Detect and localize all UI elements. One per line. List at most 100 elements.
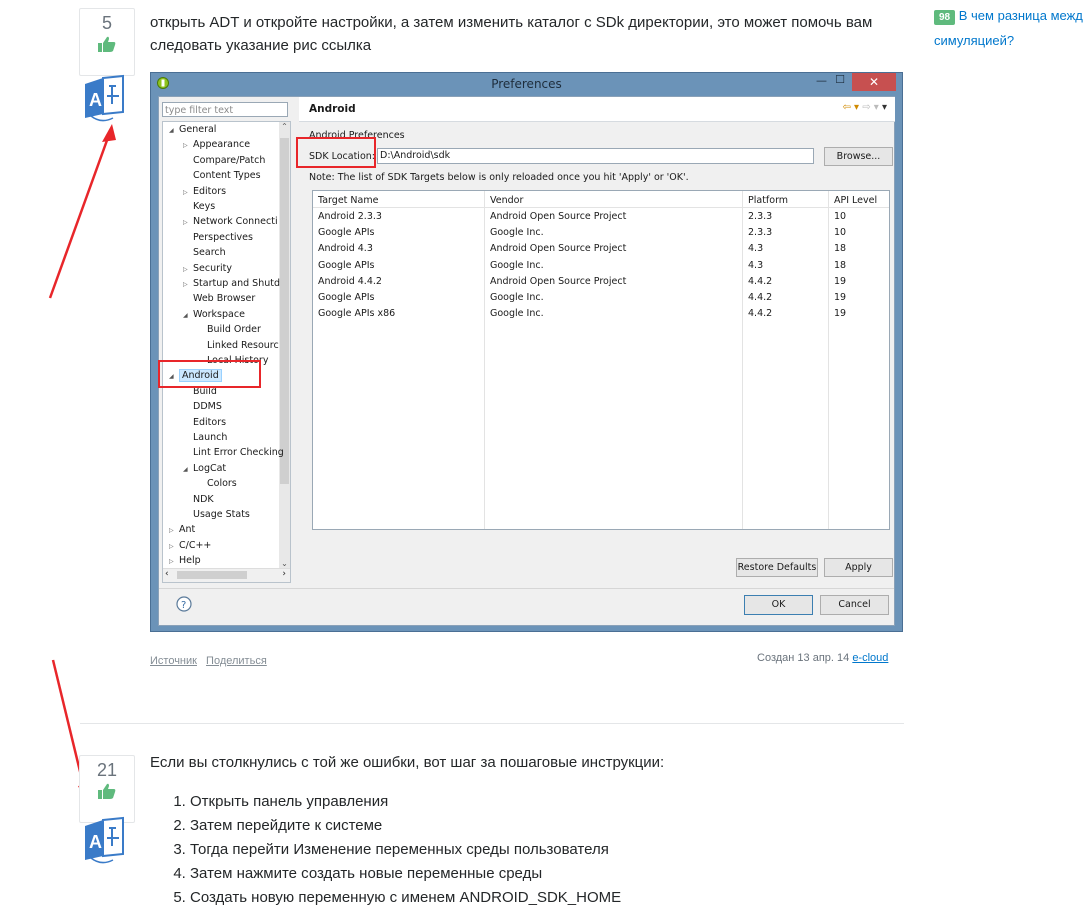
tree-item[interactable]: ▷ Editors [183,186,226,197]
tree-item[interactable]: Launch [183,432,227,443]
tree-item-label: Ant [179,524,196,536]
scroll-left-icon[interactable]: ‹ [165,569,169,579]
tree-item[interactable]: Web Browser [183,293,255,304]
preferences-tree[interactable]: ⌃ ⌄ ‹ › ◢ General ▷ Appearance Compare/Patch… [162,121,291,583]
tree-item[interactable]: Linked Resourc [197,340,279,351]
tree-item-label: LogCat [193,462,227,474]
tree-expander-icon[interactable]: ◢ [183,466,193,473]
maximize-button[interactable]: ☐ [835,73,845,86]
tree-expander-icon[interactable]: ▷ [183,189,193,196]
close-button[interactable]: ✕ [852,73,896,91]
table-row[interactable]: Google APIs x86 Google Inc. 4.4.2 19 [313,308,889,323]
thumbs-up-icon[interactable] [98,36,116,52]
table-row[interactable]: Android 2.3.3 Android Open Source Project… [313,211,889,226]
answer-body: открыть ADT и откройте настройки, а зате… [150,14,873,54]
column-header[interactable]: Target Name [318,195,378,206]
tree-item[interactable]: ▷ Startup and Shutd [183,278,280,289]
tree-item[interactable]: ▷ Appearance [183,139,250,150]
translate-icon: A [85,816,124,864]
svg-text:A: A [89,832,102,852]
table-cell: Android 4.3 [318,243,373,255]
linked-question[interactable]: 98 В чем разница межд симуляцией? [934,4,1090,52]
tree-item-label: Lint Error Checking [193,447,284,459]
vote-count: 5 [101,13,112,33]
tree-expander-icon[interactable]: ▷ [183,281,193,288]
sdk-targets-table[interactable]: Target Name Vendor Platform API Level Androi… [312,190,890,530]
tree-item[interactable]: ◢ LogCat [183,463,226,474]
preference-page: Android ⇦ ▾ ⇨ ▾ ▾ Android Preferences SD… [299,97,895,583]
tree-item[interactable]: Compare/Patch [183,155,265,166]
table-row[interactable]: Google APIs Google Inc. 4.3 18 [313,260,889,275]
restore-defaults-button[interactable]: Restore Defaults [736,558,818,577]
share-link[interactable]: Поделиться [206,655,267,667]
window-body: type filter text ⌃ ⌄ ‹ › ◢ General ▷ Appear… [158,96,895,626]
window-titlebar[interactable]: Preferences — ☐ ✕ [151,73,902,95]
table-cell: 2.3.3 [748,227,773,239]
table-cell: 18 [834,243,847,255]
linked-question-title[interactable]: В чем разница межд симуляцией? [934,8,1083,48]
table-row[interactable]: Android 4.3 Android Open Source Project 4.… [313,243,889,258]
filter-input[interactable]: type filter text [162,102,288,117]
tree-item[interactable]: Editors [183,417,226,428]
tree-item[interactable]: ◢ General [169,124,216,135]
apply-button[interactable]: Apply [824,558,893,577]
list-item: Затем перейдите к системе [190,814,621,838]
browse-button[interactable]: Browse... [824,147,893,166]
help-icon[interactable]: ? [176,596,192,612]
tree-item[interactable]: ▷ Network Connecti [183,216,278,227]
nav-history-icons[interactable]: ⇦ ▾ ⇨ ▾ ▾ [842,102,887,113]
tree-expander-icon[interactable]: ▷ [183,219,193,226]
tree-expander-icon[interactable]: ▷ [169,527,179,534]
tree-item[interactable]: Keys [183,201,215,212]
column-header[interactable]: Platform [748,195,788,206]
cancel-button[interactable]: Cancel [820,595,889,615]
minimize-button[interactable]: — [816,74,827,87]
tree-item[interactable]: Colors [197,478,237,489]
svg-text:A: A [89,90,102,110]
scroll-right-icon[interactable]: › [282,569,286,579]
tree-expander-icon[interactable]: ▷ [183,266,193,273]
tree-item[interactable]: ▷ Ant [169,524,195,535]
tree-item[interactable]: Content Types [183,170,261,181]
table-row[interactable]: Android 4.4.2 Android Open Source Project… [313,276,889,291]
tree-expander-icon[interactable]: ▷ [183,142,193,149]
tree-item-label: Network Connecti [193,216,278,228]
tree-expander-icon[interactable]: ▷ [169,558,179,565]
table-row[interactable]: Google APIs Google Inc. 2.3.3 10 [313,227,889,242]
tree-item[interactable]: Lint Error Checking [183,447,284,458]
tree-expander-icon[interactable]: ◢ [183,312,193,319]
tree-item[interactable]: Build Order [197,324,261,335]
scroll-thumb[interactable] [280,138,289,484]
column-header[interactable]: Vendor [490,195,523,206]
sdk-location-input[interactable]: D:\Android\sdk [377,148,814,164]
tree-item[interactable]: Search [183,247,226,258]
tree-item[interactable]: ▷ Security [183,263,232,274]
source-link[interactable]: Источник [150,655,197,667]
column-header[interactable]: API Level [834,195,877,206]
answer-divider [80,723,904,724]
author-link[interactable]: e-cloud [852,652,888,664]
table-row[interactable]: Google APIs Google Inc. 4.4.2 19 [313,292,889,307]
tree-item-label: Perspectives [193,231,253,243]
tree-item-label: Appearance [193,139,251,151]
scroll-down-icon[interactable]: ⌄ [279,559,290,568]
thumbs-up-icon[interactable] [98,783,116,799]
tree-item[interactable]: ▷ C/C++ [169,540,211,551]
tree-horizontal-scrollbar[interactable]: ‹ › [163,568,290,582]
tree-item-label: Usage Stats [193,509,250,520]
post-signature: Создан 13 апр. 14 e-cloud [757,652,888,664]
scroll-up-icon[interactable]: ⌃ [279,122,290,131]
tree-item[interactable]: DDMS [183,401,222,412]
tree-item[interactable]: Perspectives [183,232,253,243]
hscroll-thumb[interactable] [177,571,247,579]
tree-vertical-scrollbar[interactable]: ⌃ ⌄ [279,122,290,570]
tree-item[interactable]: ▷ Help [169,555,201,566]
tree-expander-icon[interactable]: ▷ [169,543,179,550]
tree-item[interactable]: NDK [183,494,214,505]
vote-badge: 98 [934,10,956,25]
list-item: Тогда перейти Изменение переменных среды… [190,838,621,862]
ok-button[interactable]: OK [744,595,813,615]
tree-item[interactable]: ◢ Workspace [183,309,245,320]
tree-item[interactable]: Usage Stats [183,509,250,520]
tree-expander-icon[interactable]: ◢ [169,127,179,134]
